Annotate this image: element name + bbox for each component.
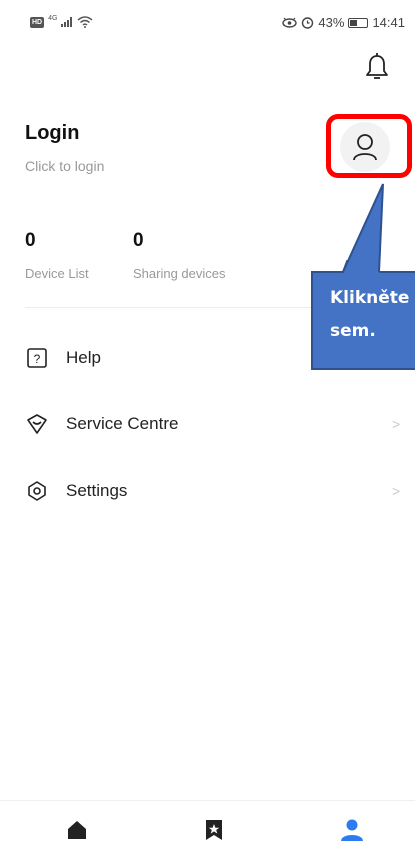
bottom-nav: [0, 800, 415, 842]
menu-label: Service Centre: [66, 414, 179, 433]
battery-icon: [348, 17, 369, 28]
hd-badge: HD: [30, 16, 45, 28]
stat-value: 0: [25, 230, 36, 251]
stat-value: 0: [133, 230, 144, 251]
eye-icon: [282, 17, 298, 28]
menu-label: Help: [66, 348, 101, 367]
clock: 14:41: [372, 15, 405, 30]
annotation-pointer: [342, 183, 384, 274]
annotation-line2: sem.: [330, 321, 376, 341]
heart-shield-icon: [27, 414, 47, 434]
chevron-right-icon: >: [392, 483, 401, 499]
menu-label: Settings: [66, 481, 128, 500]
svg-text:?: ?: [34, 352, 41, 366]
wifi-icon: [78, 16, 93, 28]
battery-percent: 43%: [318, 15, 345, 30]
bookmark-star-icon[interactable]: [202, 819, 226, 841]
battery-fill: [350, 19, 358, 26]
login-title[interactable]: Login: [25, 122, 79, 145]
stat-device-list[interactable]: 0 Device List: [25, 230, 89, 281]
bell-icon[interactable]: [364, 52, 390, 82]
status-right: 43% 14:41: [282, 15, 405, 30]
chevron-right-icon: >: [392, 416, 401, 432]
stat-sharing-devices[interactable]: 0 Sharing devices: [133, 230, 226, 281]
stat-label: Device List: [25, 266, 89, 281]
network-type: 4G: [48, 14, 58, 22]
settings-icon: [28, 481, 46, 501]
menu-item-service-centre[interactable]: Service Centre >: [0, 402, 415, 446]
status-bar: HD 4G 43% 14:41: [0, 0, 415, 44]
annotation-text: Klikněte sem.: [330, 282, 409, 348]
annotation-line1: Klikněte: [330, 288, 410, 308]
login-subtitle[interactable]: Click to login: [25, 158, 104, 174]
signal-icon: [61, 17, 73, 27]
person-icon[interactable]: [340, 819, 364, 841]
alarm-icon: [302, 17, 314, 29]
stat-label: Sharing devices: [133, 266, 226, 281]
avatar-highlight-box: [326, 114, 412, 178]
status-left: HD 4G: [30, 14, 93, 28]
question-icon: ?: [27, 348, 47, 368]
menu-item-settings[interactable]: Settings >: [0, 469, 415, 513]
home-icon[interactable]: [65, 819, 89, 841]
